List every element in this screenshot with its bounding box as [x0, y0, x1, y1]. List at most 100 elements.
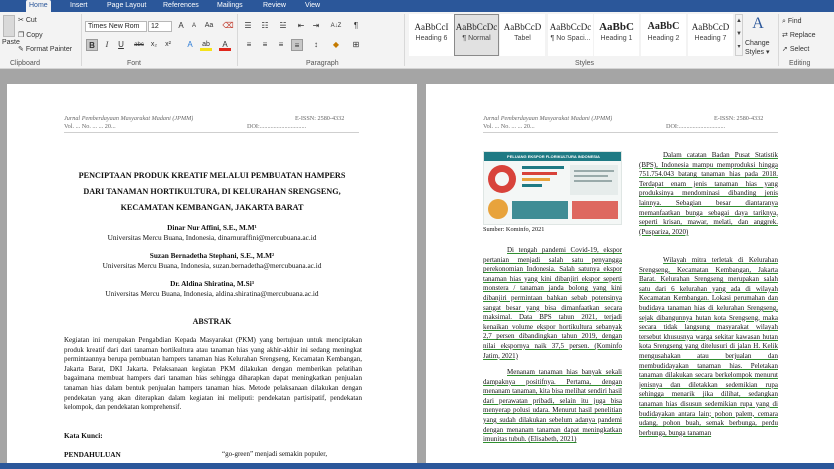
decrease-indent-icon[interactable]: ⇤ [295, 20, 307, 32]
tab-page-layout[interactable]: Page Layout [107, 0, 146, 12]
underline-button[interactable]: U [115, 39, 127, 51]
shrink-font-button[interactable]: A [188, 20, 200, 32]
tab-references[interactable]: References [163, 0, 199, 12]
replace-button[interactable]: ⇄ Replace [782, 31, 816, 40]
style-normal[interactable]: AaBbCcDc ¶ Normal [454, 14, 499, 56]
editing-group-label: Editing [789, 60, 811, 67]
header-journal: Jurnal Pemberdayaan Masyarakat Madani (J… [64, 115, 194, 122]
style-name: Tabel [514, 35, 531, 42]
subscript-button[interactable]: x₂ [148, 39, 160, 51]
increase-indent-icon[interactable]: ⇥ [310, 20, 322, 32]
align-left-icon[interactable]: ≡ [243, 39, 255, 51]
style-preview: AaBbCcDc [549, 22, 592, 32]
replace-label: Replace [789, 32, 816, 39]
borders-icon[interactable]: ⊞ [350, 39, 362, 51]
justify-icon[interactable]: ≡ [291, 39, 303, 51]
change-styles-icon[interactable]: A [748, 16, 768, 32]
header-issn: E-ISSN: 2580-4332 [714, 115, 764, 122]
change-case-button[interactable]: Aa [203, 20, 215, 32]
figure-pie-hole [495, 172, 509, 186]
header-rule [64, 132, 359, 133]
change-styles-dropdown[interactable]: Styles ▾ [745, 48, 770, 57]
figure-source: Sumber: Kominfo, 2021 [483, 226, 545, 233]
header-vol: Vol. ... No. ... ... 20... [64, 123, 116, 130]
paper-title-line-2: DARI TANAMAN HORTIKULTURA, DI KELURAHAN … [83, 187, 341, 196]
highlight-button[interactable]: ab [200, 39, 212, 51]
italic-button[interactable]: I [101, 39, 113, 51]
col2-paragraph-1: Dalam catatan Badan Pusat Statistik (BPS… [639, 151, 778, 236]
style-heading-7[interactable]: AaBbCcD Heading 7 [688, 14, 733, 56]
header-journal: Jurnal Pemberdayaan Masyarakat Madani (J… [483, 115, 613, 122]
bullets-icon[interactable]: ☰ [242, 20, 254, 32]
multilevel-list-icon[interactable]: ☱ [277, 20, 289, 32]
shading-icon[interactable]: ◆ [330, 39, 342, 51]
figure-panel [512, 201, 568, 219]
style-name: Heading 2 [647, 35, 680, 42]
style-tabel[interactable]: AaBbCcD Tabel [500, 14, 545, 56]
find-label: Find [787, 18, 802, 25]
document-page-left[interactable]: Jurnal Pemberdayaan Masyarakat Madani (J… [7, 84, 417, 469]
header-doi: DOI:.............................. [666, 123, 726, 130]
superscript-button[interactable]: x² [162, 39, 174, 51]
separator [404, 14, 405, 66]
copy-button[interactable]: ❐ Copy [18, 31, 43, 40]
figure-title: PELUANG EKSPOR FLORIKULTURA INDONESIA [507, 154, 600, 159]
style-heading-2[interactable]: AaBbC Heading 2 [641, 14, 686, 56]
format-painter-button[interactable]: ✎ Format Painter [18, 45, 72, 54]
text-effects-button[interactable]: A [184, 39, 196, 51]
select-button[interactable]: ➚ Select [782, 45, 809, 54]
style-preview: AaBbCcDc [455, 22, 498, 32]
style-heading-6[interactable]: AaBbCcI Heading 6 [409, 14, 454, 56]
style-preview: AaBbCcI [414, 22, 449, 32]
tab-mailings[interactable]: Mailings [217, 0, 243, 12]
paper-title-line-3: KECAMATAN KEMBANGAN, JAKARTA BARAT [120, 203, 304, 212]
header-rule [483, 132, 778, 133]
line-spacing-icon[interactable]: ↕ [310, 39, 322, 51]
abstract-heading: ABSTRAK [192, 317, 232, 326]
styles-group-label: Styles [575, 60, 595, 67]
author-1-name: Dinar Nur Affini, S.E., M.M¹ [167, 223, 257, 232]
clear-formatting-icon[interactable]: ⌫ [222, 20, 234, 32]
strikethrough-button[interactable]: abc [131, 39, 147, 51]
align-center-icon[interactable]: ≡ [259, 39, 271, 51]
tab-view[interactable]: View [305, 0, 320, 12]
style-name: ¶ No Spaci... [550, 35, 591, 42]
numbering-icon[interactable]: ☷ [259, 20, 271, 32]
export-infographic-image[interactable]: PELUANG EKSPOR FLORIKULTURA INDONESIA [483, 151, 622, 225]
tab-home[interactable]: Home [26, 0, 51, 12]
style-no-spacing[interactable]: AaBbCcDc ¶ No Spaci... [548, 14, 593, 56]
font-color-button[interactable]: A [219, 39, 231, 51]
align-right-icon[interactable]: ≡ [275, 39, 287, 51]
paste-icon[interactable] [3, 15, 15, 37]
figure-bar [522, 166, 564, 169]
font-size-select[interactable]: 12 [148, 21, 172, 32]
tab-insert[interactable]: Insert [70, 0, 88, 12]
style-preview: AaBbCcD [503, 22, 542, 32]
show-formatting-button[interactable]: ¶ [350, 20, 362, 32]
abstract-text: Kegiatan ini merupakan Pengabdian Kepada… [64, 336, 362, 412]
bold-button[interactable]: B [86, 39, 98, 51]
document-page-right[interactable]: Jurnal Pemberdayaan Masyarakat Madani (J… [426, 84, 834, 469]
clipboard-group-label: Clipboard [10, 60, 40, 67]
figure-text-line [574, 170, 614, 172]
style-name: Heading 6 [415, 35, 448, 42]
author-1-affiliation: Universitas Mercu Buana, Indonesia, dina… [107, 233, 317, 242]
change-styles-button[interactable]: Change [745, 39, 770, 48]
figure-bar [522, 172, 557, 175]
sort-button[interactable]: A↓Z [327, 20, 345, 32]
tab-review[interactable]: Review [263, 0, 286, 12]
figure-panel [572, 201, 618, 219]
separator [778, 14, 779, 66]
style-heading-1[interactable]: AaBbC Heading 1 [594, 14, 639, 56]
keywords-label: Kata Kunci: [64, 431, 103, 440]
styles-gallery-scroll[interactable]: ▲ ▼ ▾ [735, 14, 743, 56]
cut-button[interactable]: ✂ Cut [18, 16, 37, 25]
select-icon: ➚ [782, 46, 788, 53]
separator [237, 14, 238, 66]
find-button[interactable]: ⌕ Find [782, 17, 802, 26]
font-name-select[interactable]: Times New Rom [85, 21, 147, 32]
paper-title-line-1: PENCIPTAAN PRODUK KREATIF MELALUI PEMBUA… [78, 171, 346, 180]
grow-font-button[interactable]: A [175, 20, 187, 32]
font-group-label: Font [127, 60, 142, 67]
header-vol: Vol. ... No. ... ... 20... [483, 123, 535, 130]
